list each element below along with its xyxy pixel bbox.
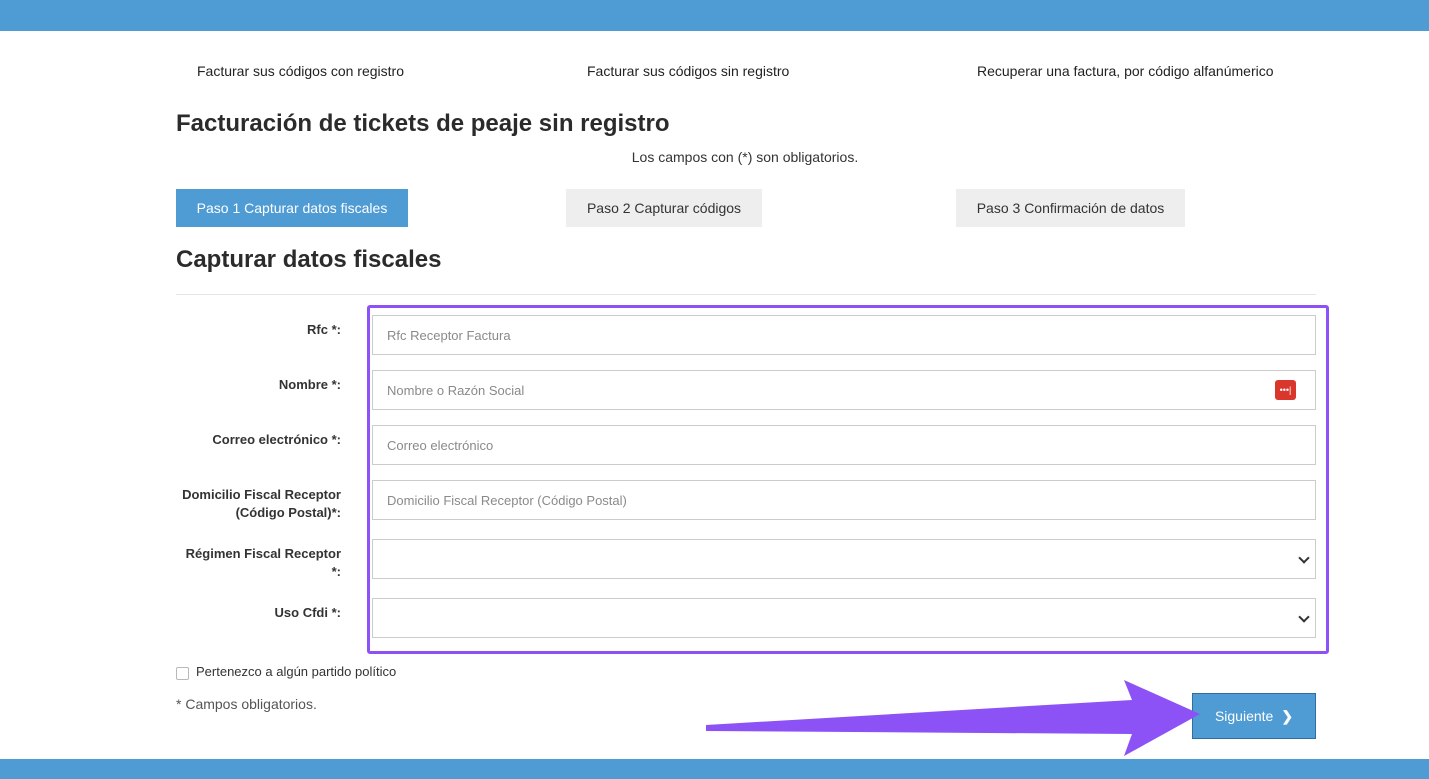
tax-regime-label-line1: Régimen Fiscal Receptor	[185, 546, 341, 561]
nombre-label: Nombre *:	[278, 377, 341, 392]
bottom-footer-bar	[0, 759, 1429, 779]
email-label: Correo electrónico *:	[212, 432, 341, 447]
postal-code-input[interactable]	[372, 480, 1316, 520]
chevron-down-icon	[1298, 611, 1310, 623]
annotation-arrow-shape	[706, 680, 1200, 756]
tax-regime-select[interactable]	[372, 539, 1316, 579]
postal-code-label-line2: (Código Postal)*:	[235, 505, 341, 520]
postal-code-label: Domicilio Fiscal Receptor (Código Postal…	[176, 486, 341, 522]
rfc-input[interactable]	[372, 315, 1316, 355]
cfdi-use-label: Uso Cfdi *:	[274, 605, 341, 620]
page-title: Facturación de tickets de peaje sin regi…	[176, 110, 670, 137]
nav-link-with-registration[interactable]: Facturar sus códigos con registro	[197, 63, 404, 79]
nombre-input[interactable]	[372, 370, 1316, 410]
tax-regime-label: Régimen Fiscal Receptor *:	[176, 545, 341, 581]
required-fields-note: Los campos con (*) son obligatorios.	[631, 149, 859, 165]
top-header-bar	[0, 0, 1429, 31]
tax-regime-label-line2: *:	[331, 564, 341, 579]
cfdi-use-select[interactable]	[372, 598, 1316, 638]
next-button[interactable]: Siguiente ❯	[1192, 693, 1316, 739]
tab-step-1-fiscal-data[interactable]: Paso 1 Capturar datos fiscales	[176, 189, 408, 227]
chevron-right-icon: ❯	[1281, 708, 1294, 724]
rfc-label: Rfc *:	[307, 322, 341, 337]
next-button-label: Siguiente	[1214, 708, 1274, 724]
political-party-checkbox-label[interactable]: Pertenezco a algún partido político	[196, 664, 396, 679]
postal-code-label-line1: Domicilio Fiscal Receptor	[182, 487, 341, 502]
email-input[interactable]	[372, 425, 1316, 465]
tab-step-3-confirmation[interactable]: Paso 3 Confirmación de datos	[956, 189, 1185, 227]
password-manager-icon[interactable]: •••|	[1275, 380, 1296, 400]
nav-link-recover-invoice[interactable]: Recuperar una factura, por código alfanú…	[977, 63, 1274, 79]
chevron-down-icon	[1298, 552, 1310, 564]
nav-link-without-registration[interactable]: Facturar sus códigos sin registro	[587, 63, 789, 79]
required-fields-footnote: * Campos obligatorios.	[176, 696, 317, 712]
section-divider	[176, 294, 1316, 295]
political-party-checkbox[interactable]	[176, 667, 189, 680]
tab-step-2-capture-codes[interactable]: Paso 2 Capturar códigos	[566, 189, 762, 227]
section-title: Capturar datos fiscales	[176, 246, 442, 273]
